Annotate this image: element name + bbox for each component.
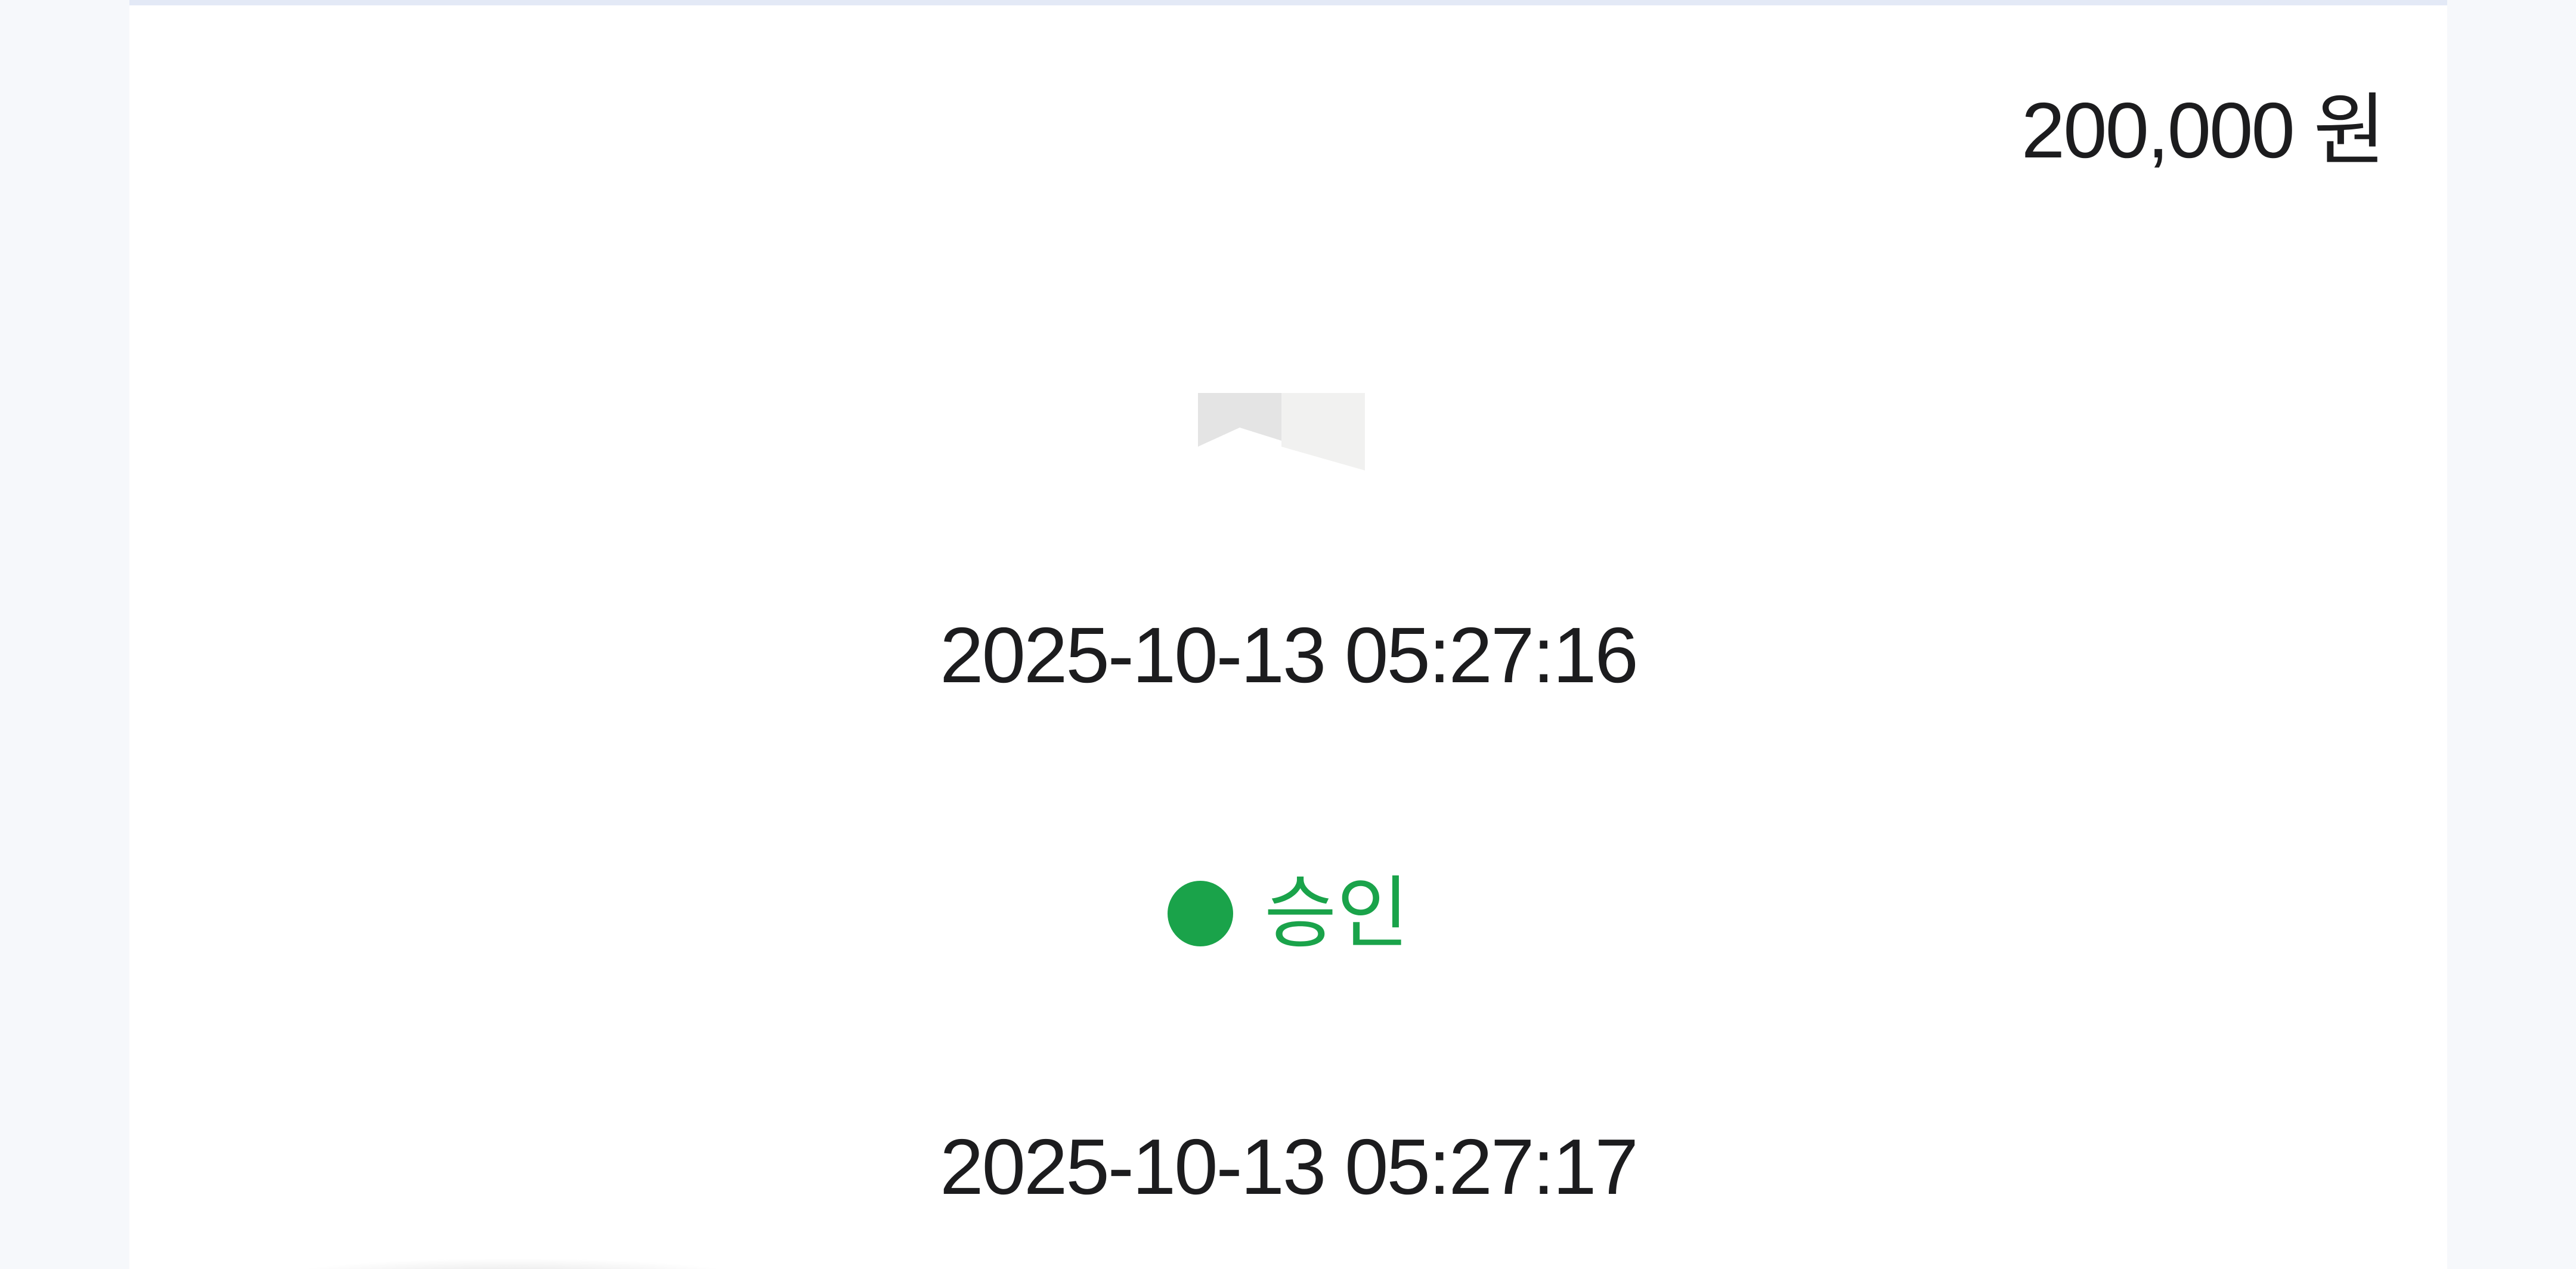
transaction-amount: 200,000 원 xyxy=(2021,86,2386,174)
requested-datetime: 2025-10-13 05:27:16 xyxy=(940,611,1639,699)
status-badge: 승인 xyxy=(129,866,2447,961)
status-dot-icon xyxy=(1168,881,1234,946)
approved-datetime: 2025-10-13 05:27:17 xyxy=(940,1123,1639,1211)
broken-image-icon xyxy=(1198,387,1365,476)
floating-element-shadow xyxy=(280,1258,745,1269)
transaction-detail-card: 200,000 원 2025-10-13 05:27:16 승인 2025-10… xyxy=(129,0,2447,1269)
page: 200,000 원 2025-10-13 05:27:16 승인 2025-10… xyxy=(0,0,2576,1269)
status-label: 승인 xyxy=(1264,869,1409,957)
